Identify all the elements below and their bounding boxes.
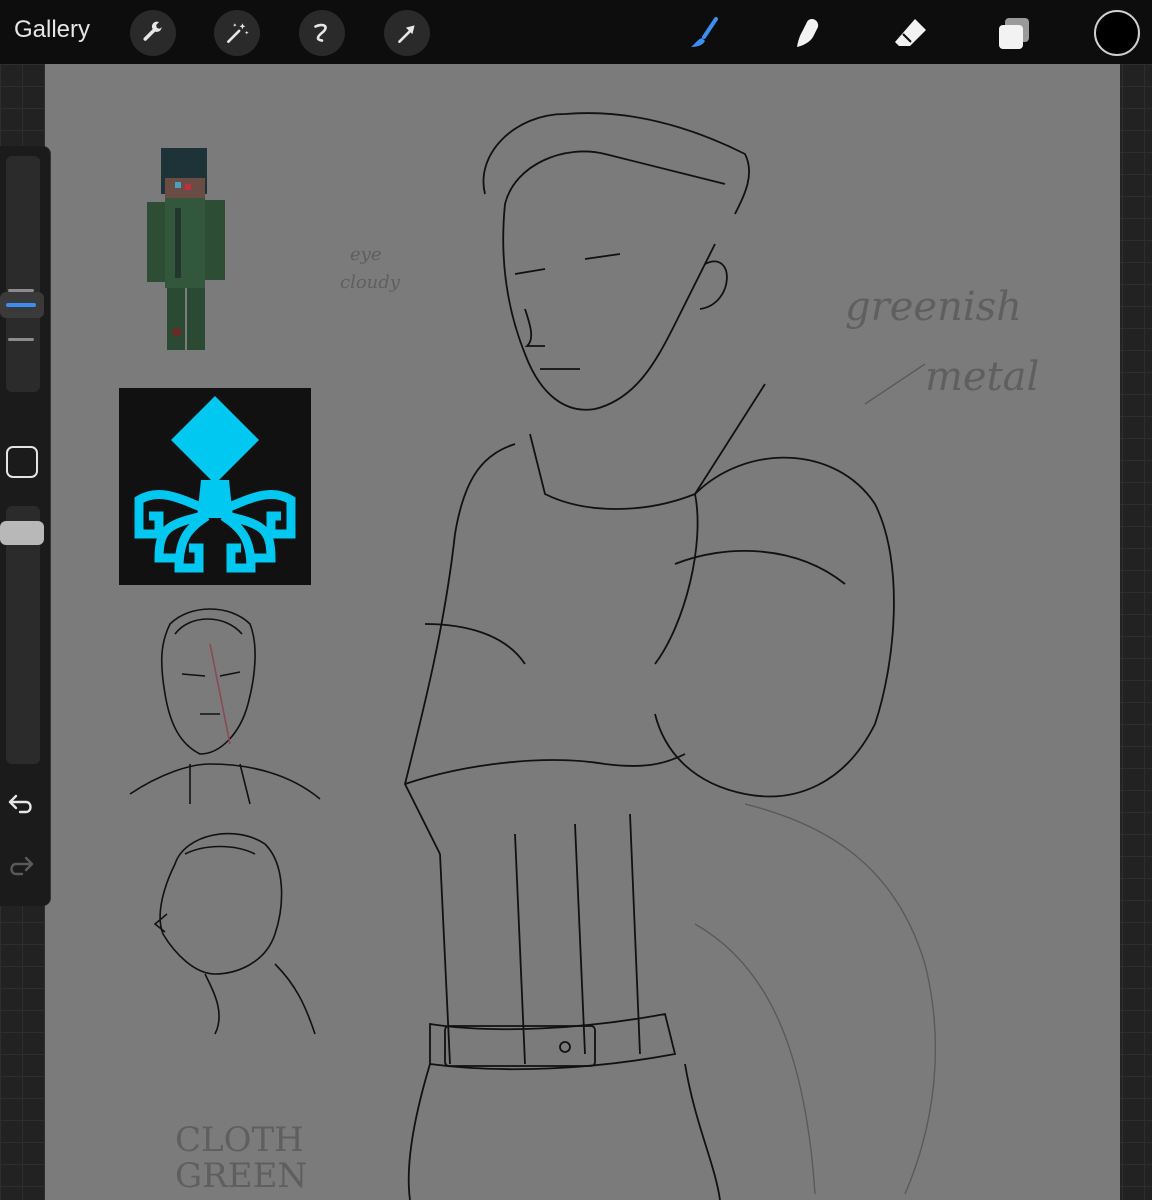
eraser-button[interactable] xyxy=(888,10,934,56)
cape-guidelines xyxy=(694,363,937,1195)
actions-button[interactable] xyxy=(130,10,176,56)
smudge-icon xyxy=(797,19,819,47)
note-eye: eye xyxy=(350,244,382,265)
selection-icon xyxy=(314,23,327,42)
canvas-artwork xyxy=(119,112,937,1200)
adjustments-button[interactable] xyxy=(214,10,260,56)
opacity-handle[interactable] xyxy=(0,521,44,545)
smudge-button[interactable] xyxy=(785,10,831,56)
redo-icon[interactable] xyxy=(6,850,36,880)
brush-size-handle[interactable] xyxy=(0,292,44,318)
head-sketch-profile xyxy=(153,832,316,1035)
wrench-icon xyxy=(143,21,163,41)
note-cloth: CLOTH xyxy=(175,1120,304,1160)
color-picker-button[interactable] xyxy=(1094,10,1140,56)
main-character-sketch xyxy=(404,112,895,1200)
undo-icon[interactable] xyxy=(6,788,36,818)
top-toolbar: Gallery xyxy=(0,0,1152,64)
drawing-canvas[interactable]: eye cloudy greenish metal CLOTH GREEN xyxy=(45,64,1120,1200)
brush-icon xyxy=(691,17,718,47)
transform-button[interactable] xyxy=(384,10,430,56)
gallery-button[interactable]: Gallery xyxy=(14,16,90,44)
modify-button[interactable] xyxy=(6,446,38,478)
magic-wand-icon xyxy=(227,23,249,43)
layers-button[interactable] xyxy=(991,10,1037,56)
brush-button[interactable] xyxy=(683,10,729,56)
squid-emblem xyxy=(119,388,311,585)
left-sidebar xyxy=(0,146,50,906)
selection-button[interactable] xyxy=(299,10,345,56)
note-cloudy: cloudy xyxy=(340,272,400,293)
eraser-icon xyxy=(895,19,926,46)
pixel-character-reference xyxy=(147,148,225,350)
note-metal: metal xyxy=(925,354,1040,400)
layers-icon xyxy=(999,18,1029,49)
note-green: GREEN xyxy=(175,1156,308,1196)
head-sketch-front xyxy=(129,608,321,805)
brush-size-slider[interactable] xyxy=(6,156,40,392)
transform-arrow-icon xyxy=(398,25,415,43)
note-greenish: greenish xyxy=(845,284,1022,330)
